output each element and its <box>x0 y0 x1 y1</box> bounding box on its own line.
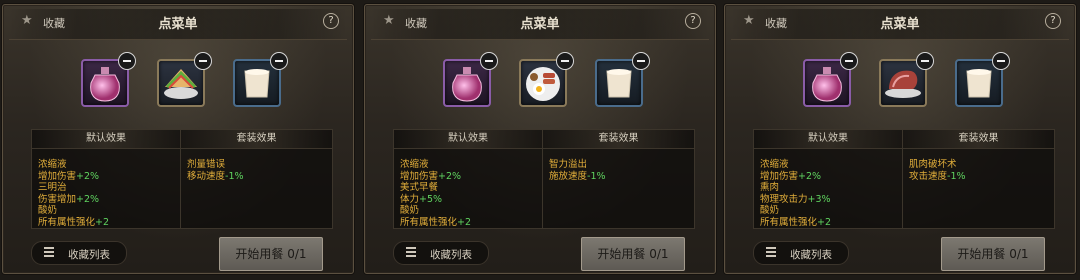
food-slot-potion[interactable] <box>803 52 858 107</box>
food-slot-potion[interactable] <box>443 52 498 107</box>
food-slot-milk[interactable] <box>233 52 288 107</box>
default-effects-list: 浓缩液 增加伤害+2% 熏肉 物理攻击力+3% 酸奶 所有属性强化+2 <box>754 149 902 228</box>
set-effects-header: 套装效果 <box>181 130 332 149</box>
list-icon <box>44 247 54 258</box>
default-effects-header: 默认效果 <box>394 130 542 149</box>
set-effects: 套装效果 智力溢出 施放速度-1% <box>543 130 694 228</box>
effect-line: 移动速度-1% <box>187 170 244 182</box>
effect-line: 增加伤害+2% <box>760 170 822 182</box>
menu-panel-3: ★ 收藏 点菜单 ? 默认效果 浓缩液 增加伤害+2% 熏肉 物理攻击力+3% … <box>724 4 1076 274</box>
remove-icon[interactable] <box>270 52 288 70</box>
effect-line: 美式早餐 <box>400 182 439 193</box>
effect-line: 所有属性强化+2 <box>38 216 110 228</box>
help-icon[interactable]: ? <box>323 13 339 29</box>
remove-icon[interactable] <box>194 52 212 70</box>
effect-line: 所有属性强化+2 <box>400 216 472 228</box>
effect-line: 所有属性强化+2 <box>760 216 832 228</box>
set-effects: 套装效果 肌肉破坏术 攻击速度-1% <box>903 130 1054 228</box>
effect-line: 伤害增加+2% <box>38 193 100 205</box>
effects-box: 默认效果 浓缩液 增加伤害+2% 熏肉 物理攻击力+3% 酸奶 所有属性强化+2… <box>753 129 1055 229</box>
food-slot-sandwich[interactable] <box>157 52 212 107</box>
menu-panel-2: ★ 收藏 点菜单 ? 默认效果 浓缩液 增加伤害+2% 美式早餐 体力+5% 酸… <box>364 4 716 274</box>
remove-icon[interactable] <box>632 52 650 70</box>
help-icon[interactable]: ? <box>1045 13 1061 29</box>
start-meal-button[interactable]: 开始用餐 0/1 <box>941 237 1045 271</box>
food-slot-milk[interactable] <box>955 52 1010 107</box>
effect-line: 浓缩液 <box>760 159 789 170</box>
default-effects: 默认效果 浓缩液 增加伤害+2% 熏肉 物理攻击力+3% 酸奶 所有属性强化+2 <box>754 130 903 228</box>
effect-line: 肌肉破坏术 <box>909 159 957 170</box>
effect-line: 攻击速度-1% <box>909 170 966 182</box>
food-slot-milk[interactable] <box>595 52 650 107</box>
set-effects-header: 套装效果 <box>903 130 1054 149</box>
remove-icon[interactable] <box>556 52 574 70</box>
remove-icon[interactable] <box>916 52 934 70</box>
default-effects-list: 浓缩液 增加伤害+2% 三明治 伤害增加+2% 酸奶 所有属性强化+2 <box>32 149 180 228</box>
favorite-list-button[interactable]: 收藏列表 <box>31 241 127 265</box>
panel-title: 点菜单 <box>520 17 560 32</box>
list-icon <box>766 247 776 258</box>
remove-icon[interactable] <box>480 52 498 70</box>
effects-box: 默认效果 浓缩液 增加伤害+2% 美式早餐 体力+5% 酸奶 所有属性强化+2 … <box>393 129 695 229</box>
effects-box: 默认效果 浓缩液 增加伤害+2% 三明治 伤害增加+2% 酸奶 所有属性强化+2… <box>31 129 333 229</box>
set-effects-header: 套装效果 <box>543 130 694 149</box>
effect-line: 剂量错误 <box>187 159 226 170</box>
favorite-list-label: 收藏列表 <box>430 249 472 261</box>
set-effects: 套装效果 剂量错误 移动速度-1% <box>181 130 332 228</box>
effect-line: 酸奶 <box>400 205 420 216</box>
favorite-list-button[interactable]: 收藏列表 <box>753 241 849 265</box>
effect-line: 物理攻击力+3% <box>760 193 831 205</box>
food-slot-breakfast[interactable] <box>519 52 574 107</box>
set-effects-list: 智力溢出 施放速度-1% <box>543 149 694 182</box>
effect-line: 智力溢出 <box>549 159 588 170</box>
list-icon <box>406 247 416 258</box>
panel-title: 点菜单 <box>158 17 198 32</box>
remove-icon[interactable] <box>840 52 858 70</box>
favorite-list-button[interactable]: 收藏列表 <box>393 241 489 265</box>
help-icon[interactable]: ? <box>685 13 701 29</box>
effect-line: 增加伤害+2% <box>400 170 462 182</box>
favorite-list-label: 收藏列表 <box>790 249 832 261</box>
set-effects-list: 剂量错误 移动速度-1% <box>181 149 332 182</box>
set-effects-list: 肌肉破坏术 攻击速度-1% <box>903 149 1054 182</box>
food-slot-potion[interactable] <box>81 52 136 107</box>
effect-line: 施放速度-1% <box>549 170 606 182</box>
effect-line: 增加伤害+2% <box>38 170 100 182</box>
effect-line: 三明治 <box>38 182 67 193</box>
remove-icon[interactable] <box>118 52 136 70</box>
effect-line: 浓缩液 <box>400 159 429 170</box>
default-effects-header: 默认效果 <box>754 130 902 149</box>
favorite-list-label: 收藏列表 <box>68 249 110 261</box>
effect-line: 浓缩液 <box>38 159 67 170</box>
effect-line: 熏肉 <box>760 182 780 193</box>
effect-line: 酸奶 <box>38 205 58 216</box>
start-meal-button[interactable]: 开始用餐 0/1 <box>581 237 685 271</box>
default-effects-list: 浓缩液 增加伤害+2% 美式早餐 体力+5% 酸奶 所有属性强化+2 <box>394 149 542 228</box>
default-effects: 默认效果 浓缩液 增加伤害+2% 美式早餐 体力+5% 酸奶 所有属性强化+2 <box>394 130 543 228</box>
default-effects-header: 默认效果 <box>32 130 180 149</box>
default-effects: 默认效果 浓缩液 增加伤害+2% 三明治 伤害增加+2% 酸奶 所有属性强化+2 <box>32 130 181 228</box>
remove-icon[interactable] <box>992 52 1010 70</box>
panel-title: 点菜单 <box>880 17 920 32</box>
effect-line: 酸奶 <box>760 205 780 216</box>
menu-panel-1: ★ 收藏 点菜单 ? 默认效果 浓缩液 增加伤害+2% 三明治 伤害增加+2% … <box>2 4 354 274</box>
effect-line: 体力+5% <box>400 193 443 205</box>
start-meal-button[interactable]: 开始用餐 0/1 <box>219 237 323 271</box>
food-slot-ham[interactable] <box>879 52 934 107</box>
